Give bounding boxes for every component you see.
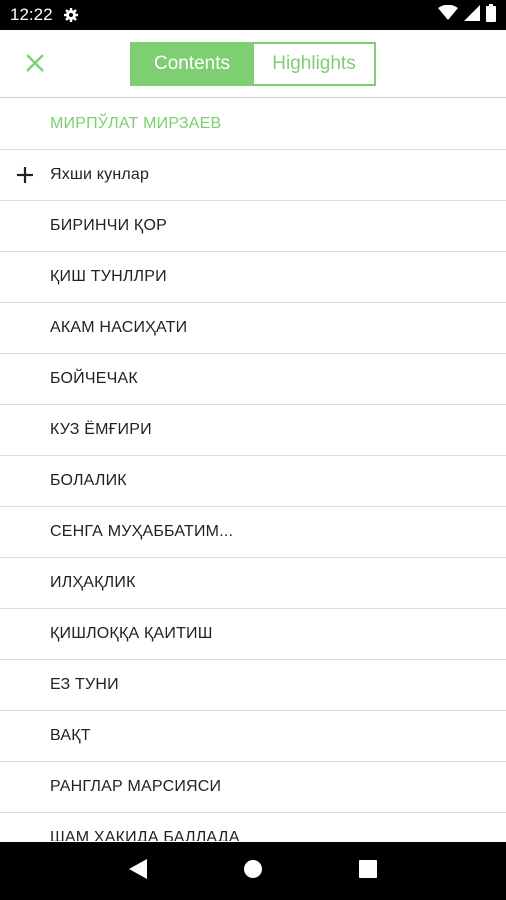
tab-highlights[interactable]: Highlights <box>252 44 374 84</box>
signal-icon <box>464 4 480 26</box>
list-item[interactable]: ҚИШЛОҚҚА ҚАИТИШ <box>0 609 506 660</box>
back-icon <box>128 858 147 884</box>
list-item-label: ВАҚТ <box>50 727 91 744</box>
list-item-label: Яхши кунлар <box>50 166 150 183</box>
list-item[interactable]: РАНГЛАР МАРСИЯСИ <box>0 762 506 813</box>
tab-contents[interactable]: Contents <box>132 44 252 84</box>
home-icon <box>243 859 263 884</box>
list-item[interactable]: БИРИНЧИ ҚОР <box>0 201 506 252</box>
toolbar: Contents Highlights <box>0 30 506 98</box>
tab-group: Contents Highlights <box>130 42 376 86</box>
status-bar: 12:22 <box>0 0 506 30</box>
close-button[interactable] <box>20 50 50 80</box>
recents-icon <box>359 859 378 883</box>
back-button[interactable] <box>123 856 153 886</box>
list-item[interactable]: БОЛАЛИК <box>0 456 506 507</box>
gear-icon <box>63 6 81 24</box>
book-title: МИРПЎЛАТ МИРЗАЕВ <box>50 115 222 132</box>
list-item-label: АКАМ НАСИҲАТИ <box>50 319 188 336</box>
list-item[interactable]: ҚИШ ТУНЛЛРИ <box>0 252 506 303</box>
expand-icon[interactable] <box>15 165 35 185</box>
status-time: 12:22 <box>10 5 53 24</box>
list-item-label: ҚИШ ТУНЛЛРИ <box>50 268 167 285</box>
list-item-label: РАНГЛАР МАРСИЯСИ <box>50 778 222 795</box>
list-item-label: ШАМ ҲАҚИДА БАЛЛАДА <box>50 829 240 841</box>
list-item[interactable]: КУЗ ЁМҒИРИ <box>0 405 506 456</box>
list-item-label: БОЙЧЕЧАК <box>50 370 138 387</box>
book-title-item[interactable]: МИРПЎЛАТ МИРЗАЕВ <box>0 99 506 150</box>
home-button[interactable] <box>238 856 268 886</box>
battery-icon <box>486 3 496 27</box>
close-icon <box>25 53 45 78</box>
list-item-label: БОЛАЛИК <box>50 472 127 489</box>
list-item-label: СЕНГА МУҲАББАТИМ... <box>50 523 234 540</box>
list-item[interactable]: БОЙЧЕЧАК <box>0 354 506 405</box>
list-item-label: ИЛҲАҚЛИК <box>50 574 136 591</box>
wifi-icon <box>438 4 458 26</box>
list-item-label: ҚИШЛОҚҚА ҚАИТИШ <box>50 625 213 642</box>
recents-button[interactable] <box>353 856 383 886</box>
list-item[interactable]: СЕНГА МУҲАББАТИМ... <box>0 507 506 558</box>
list-item[interactable]: ВАҚТ <box>0 711 506 762</box>
list-item-label: ЕЗ ТУНИ <box>50 676 119 693</box>
list-item-label: БИРИНЧИ ҚОР <box>50 217 167 234</box>
list-item[interactable]: ШАМ ҲАҚИДА БАЛЛАДА <box>0 813 506 841</box>
navigation-bar <box>0 842 506 900</box>
list-item[interactable]: ИЛҲАҚЛИК <box>0 558 506 609</box>
contents-list: МИРПЎЛАТ МИРЗАЕВ Яхши кунлар БИРИНЧИ ҚОР… <box>0 99 506 841</box>
list-item-label: КУЗ ЁМҒИРИ <box>50 421 152 438</box>
list-item[interactable]: ЕЗ ТУНИ <box>0 660 506 711</box>
list-item[interactable]: Яхши кунлар <box>0 150 506 201</box>
list-item[interactable]: АКАМ НАСИҲАТИ <box>0 303 506 354</box>
